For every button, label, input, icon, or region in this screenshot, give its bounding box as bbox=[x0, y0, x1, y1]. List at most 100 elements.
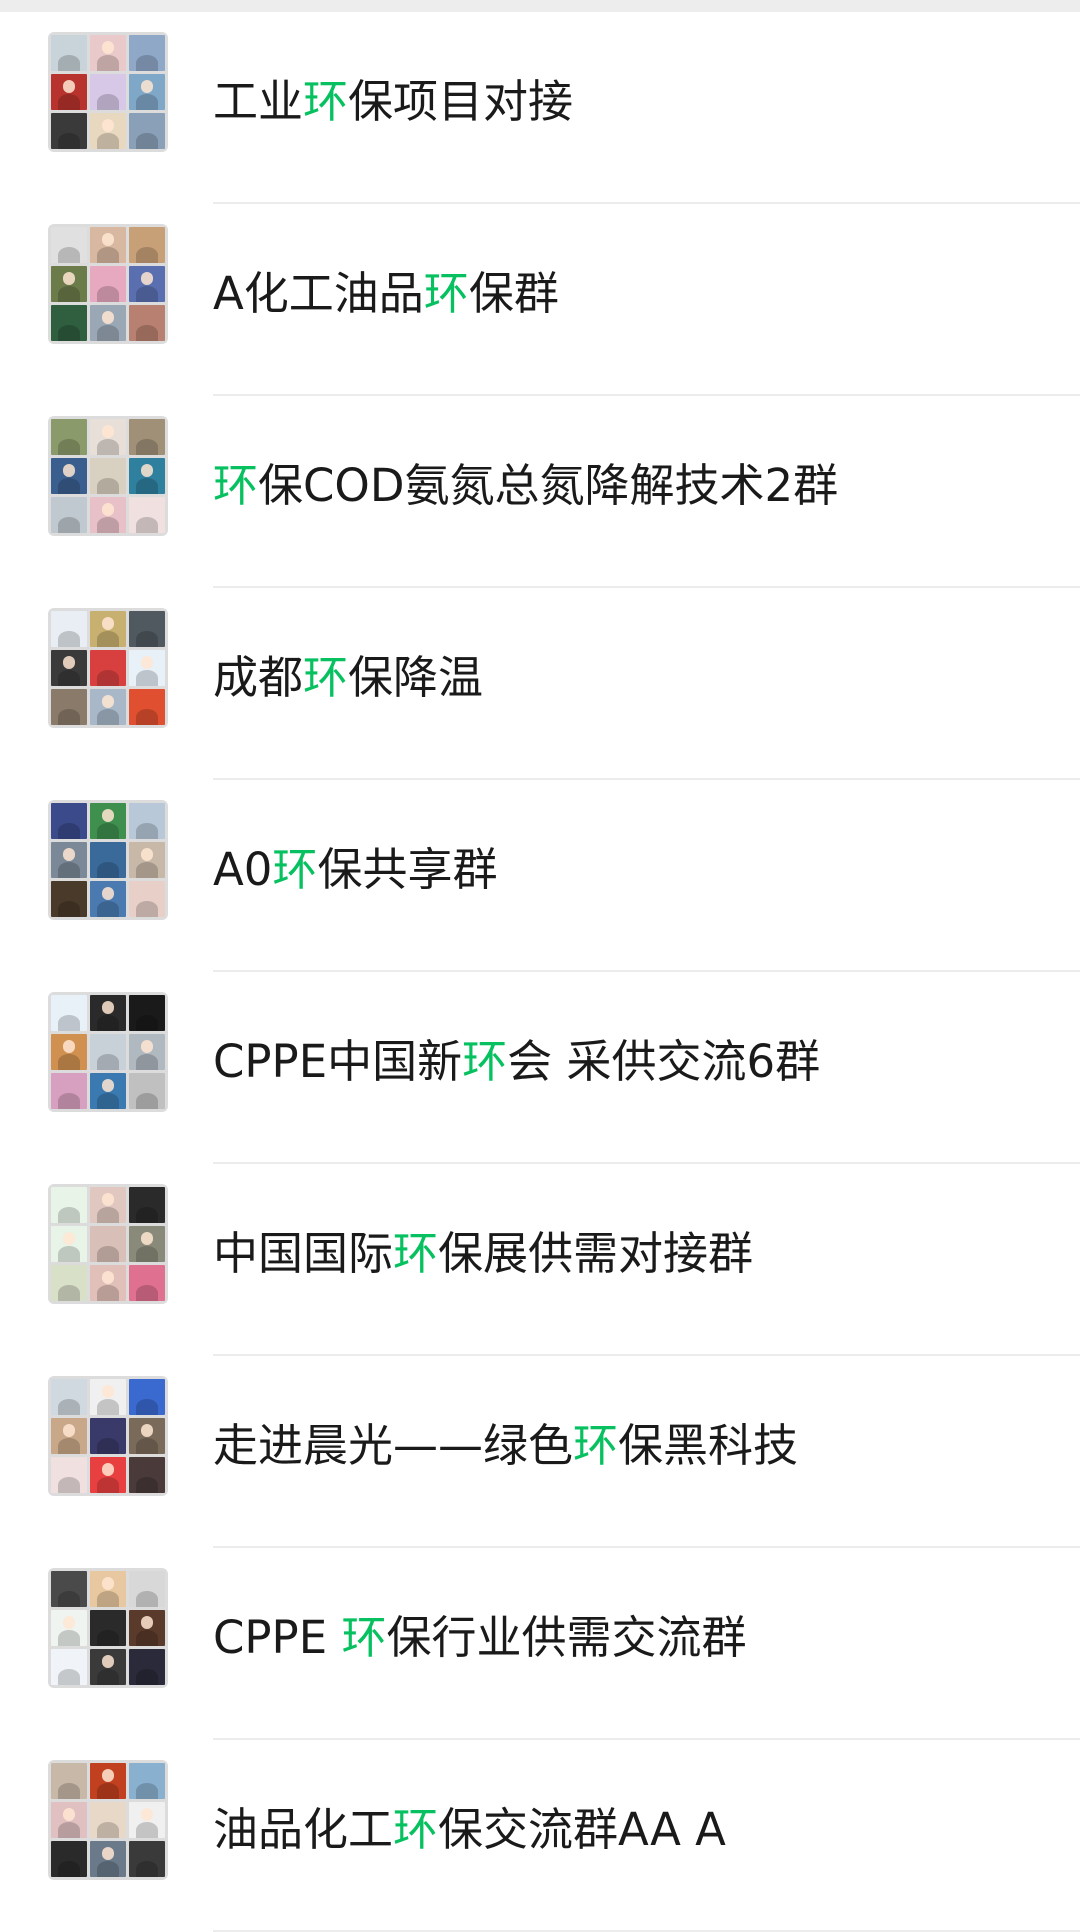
group-chat-result-row[interactable]: A0环保共享群 bbox=[0, 780, 1080, 972]
member-avatar-thumbnail bbox=[51, 1418, 87, 1454]
member-avatar-thumbnail bbox=[51, 266, 87, 302]
group-name-prefix: CPPE bbox=[213, 1611, 342, 1664]
group-name-suffix: 保项目对接 bbox=[348, 75, 574, 128]
member-avatar-thumbnail bbox=[129, 1187, 165, 1223]
search-match-highlight: 环 bbox=[393, 1803, 439, 1856]
member-avatar-thumbnail bbox=[129, 497, 165, 533]
member-avatar-thumbnail bbox=[51, 611, 87, 647]
group-name: 走进晨光——绿色环保黑科技 bbox=[213, 1418, 798, 1474]
group-chat-result-row[interactable]: 中国国际环保展供需对接群 bbox=[0, 1164, 1080, 1356]
member-avatar-thumbnail bbox=[90, 497, 126, 533]
member-avatar-thumbnail bbox=[129, 458, 165, 494]
group-name: A化工油品环保群 bbox=[213, 266, 559, 322]
group-name-suffix: 保黑科技 bbox=[618, 1419, 799, 1472]
member-avatar-thumbnail bbox=[51, 1226, 87, 1262]
member-avatar-thumbnail bbox=[90, 1265, 126, 1301]
member-avatar-thumbnail bbox=[51, 1265, 87, 1301]
group-chat-result-row[interactable]: 成都环保降温 bbox=[0, 588, 1080, 780]
member-avatar-thumbnail bbox=[90, 611, 126, 647]
member-avatar-thumbnail bbox=[90, 35, 126, 71]
search-match-highlight: 环 bbox=[213, 459, 259, 512]
group-chat-result-row[interactable]: 环保COD氨氮总氮降解技术2群 bbox=[0, 396, 1080, 588]
group-chat-result-row[interactable]: 走进晨光——绿色环保黑科技 bbox=[0, 1356, 1080, 1548]
search-match-highlight: 环 bbox=[573, 1419, 619, 1472]
group-chat-result-row[interactable]: A化工油品环保群 bbox=[0, 204, 1080, 396]
member-avatar-thumbnail bbox=[90, 113, 126, 149]
member-avatar-thumbnail bbox=[90, 1034, 126, 1070]
group-chat-result-row[interactable]: CPPE中国新环会 采供交流6群 bbox=[0, 972, 1080, 1164]
member-avatar-thumbnail bbox=[90, 266, 126, 302]
member-avatar-thumbnail bbox=[90, 1073, 126, 1109]
search-match-highlight: 环 bbox=[341, 1611, 387, 1664]
member-avatar-thumbnail bbox=[51, 995, 87, 1031]
member-avatar-thumbnail bbox=[51, 1034, 87, 1070]
member-avatar-thumbnail bbox=[129, 113, 165, 149]
group-name-prefix: A0 bbox=[213, 843, 273, 896]
member-avatar-thumbnail bbox=[51, 227, 87, 263]
member-avatar-thumbnail bbox=[51, 881, 87, 917]
group-name-suffix: 保共享群 bbox=[317, 843, 498, 896]
member-avatar-thumbnail bbox=[129, 1649, 165, 1685]
member-avatar-thumbnail bbox=[129, 266, 165, 302]
member-avatar-thumbnail bbox=[90, 1610, 126, 1646]
member-avatar-thumbnail bbox=[90, 689, 126, 725]
group-name-prefix: 中国国际 bbox=[213, 1227, 394, 1280]
member-avatar-thumbnail bbox=[129, 1571, 165, 1607]
group-avatar-grid bbox=[48, 1184, 168, 1304]
member-avatar-thumbnail bbox=[51, 689, 87, 725]
group-name-suffix: 保群 bbox=[468, 267, 559, 320]
search-match-highlight: 环 bbox=[423, 267, 469, 320]
member-avatar-thumbnail bbox=[90, 1187, 126, 1223]
member-avatar-thumbnail bbox=[90, 419, 126, 455]
group-chat-result-row[interactable]: 工业环保项目对接 bbox=[0, 12, 1080, 204]
member-avatar-thumbnail bbox=[129, 803, 165, 839]
member-avatar-thumbnail bbox=[90, 1571, 126, 1607]
member-avatar-thumbnail bbox=[90, 1226, 126, 1262]
member-avatar-thumbnail bbox=[90, 74, 126, 110]
member-avatar-thumbnail bbox=[51, 458, 87, 494]
member-avatar-thumbnail bbox=[129, 1226, 165, 1262]
top-bar bbox=[0, 0, 1080, 12]
member-avatar-thumbnail bbox=[129, 1802, 165, 1838]
member-avatar-thumbnail bbox=[129, 881, 165, 917]
group-name-suffix: 保展供需对接群 bbox=[438, 1227, 754, 1280]
member-avatar-thumbnail bbox=[51, 650, 87, 686]
member-avatar-thumbnail bbox=[129, 689, 165, 725]
member-avatar-thumbnail bbox=[51, 1379, 87, 1415]
group-name: A0环保共享群 bbox=[213, 842, 497, 898]
search-match-highlight: 环 bbox=[303, 75, 349, 128]
member-avatar-thumbnail bbox=[51, 1571, 87, 1607]
group-name-suffix: 会 采供交流6群 bbox=[507, 1035, 821, 1088]
member-avatar-thumbnail bbox=[129, 842, 165, 878]
member-avatar-thumbnail bbox=[90, 842, 126, 878]
member-avatar-thumbnail bbox=[51, 1187, 87, 1223]
member-avatar-thumbnail bbox=[51, 1649, 87, 1685]
group-chat-result-row[interactable]: CPPE 环保行业供需交流群 bbox=[0, 1548, 1080, 1740]
member-avatar-thumbnail bbox=[129, 611, 165, 647]
group-avatar-grid bbox=[48, 800, 168, 920]
member-avatar-thumbnail bbox=[51, 803, 87, 839]
group-avatar-grid bbox=[48, 1568, 168, 1688]
member-avatar-thumbnail bbox=[129, 1763, 165, 1799]
member-avatar-thumbnail bbox=[129, 419, 165, 455]
member-avatar-thumbnail bbox=[90, 458, 126, 494]
group-name-suffix: 保交流群AA A bbox=[438, 1803, 726, 1856]
member-avatar-thumbnail bbox=[129, 1418, 165, 1454]
member-avatar-thumbnail bbox=[51, 1457, 87, 1493]
group-name: 工业环保项目对接 bbox=[213, 74, 573, 130]
member-avatar-thumbnail bbox=[51, 35, 87, 71]
member-avatar-thumbnail bbox=[90, 1649, 126, 1685]
member-avatar-thumbnail bbox=[51, 74, 87, 110]
member-avatar-thumbnail bbox=[129, 1841, 165, 1877]
member-avatar-thumbnail bbox=[51, 419, 87, 455]
member-avatar-thumbnail bbox=[90, 227, 126, 263]
member-avatar-thumbnail bbox=[51, 113, 87, 149]
search-match-highlight: 环 bbox=[462, 1035, 508, 1088]
member-avatar-thumbnail bbox=[90, 1418, 126, 1454]
group-chat-result-row[interactable]: 油品化工环保交流群AA A bbox=[0, 1740, 1080, 1932]
member-avatar-thumbnail bbox=[90, 1379, 126, 1415]
group-name: CPPE 环保行业供需交流群 bbox=[213, 1610, 746, 1666]
search-match-highlight: 环 bbox=[303, 651, 349, 704]
member-avatar-thumbnail bbox=[90, 305, 126, 341]
member-avatar-thumbnail bbox=[90, 1802, 126, 1838]
